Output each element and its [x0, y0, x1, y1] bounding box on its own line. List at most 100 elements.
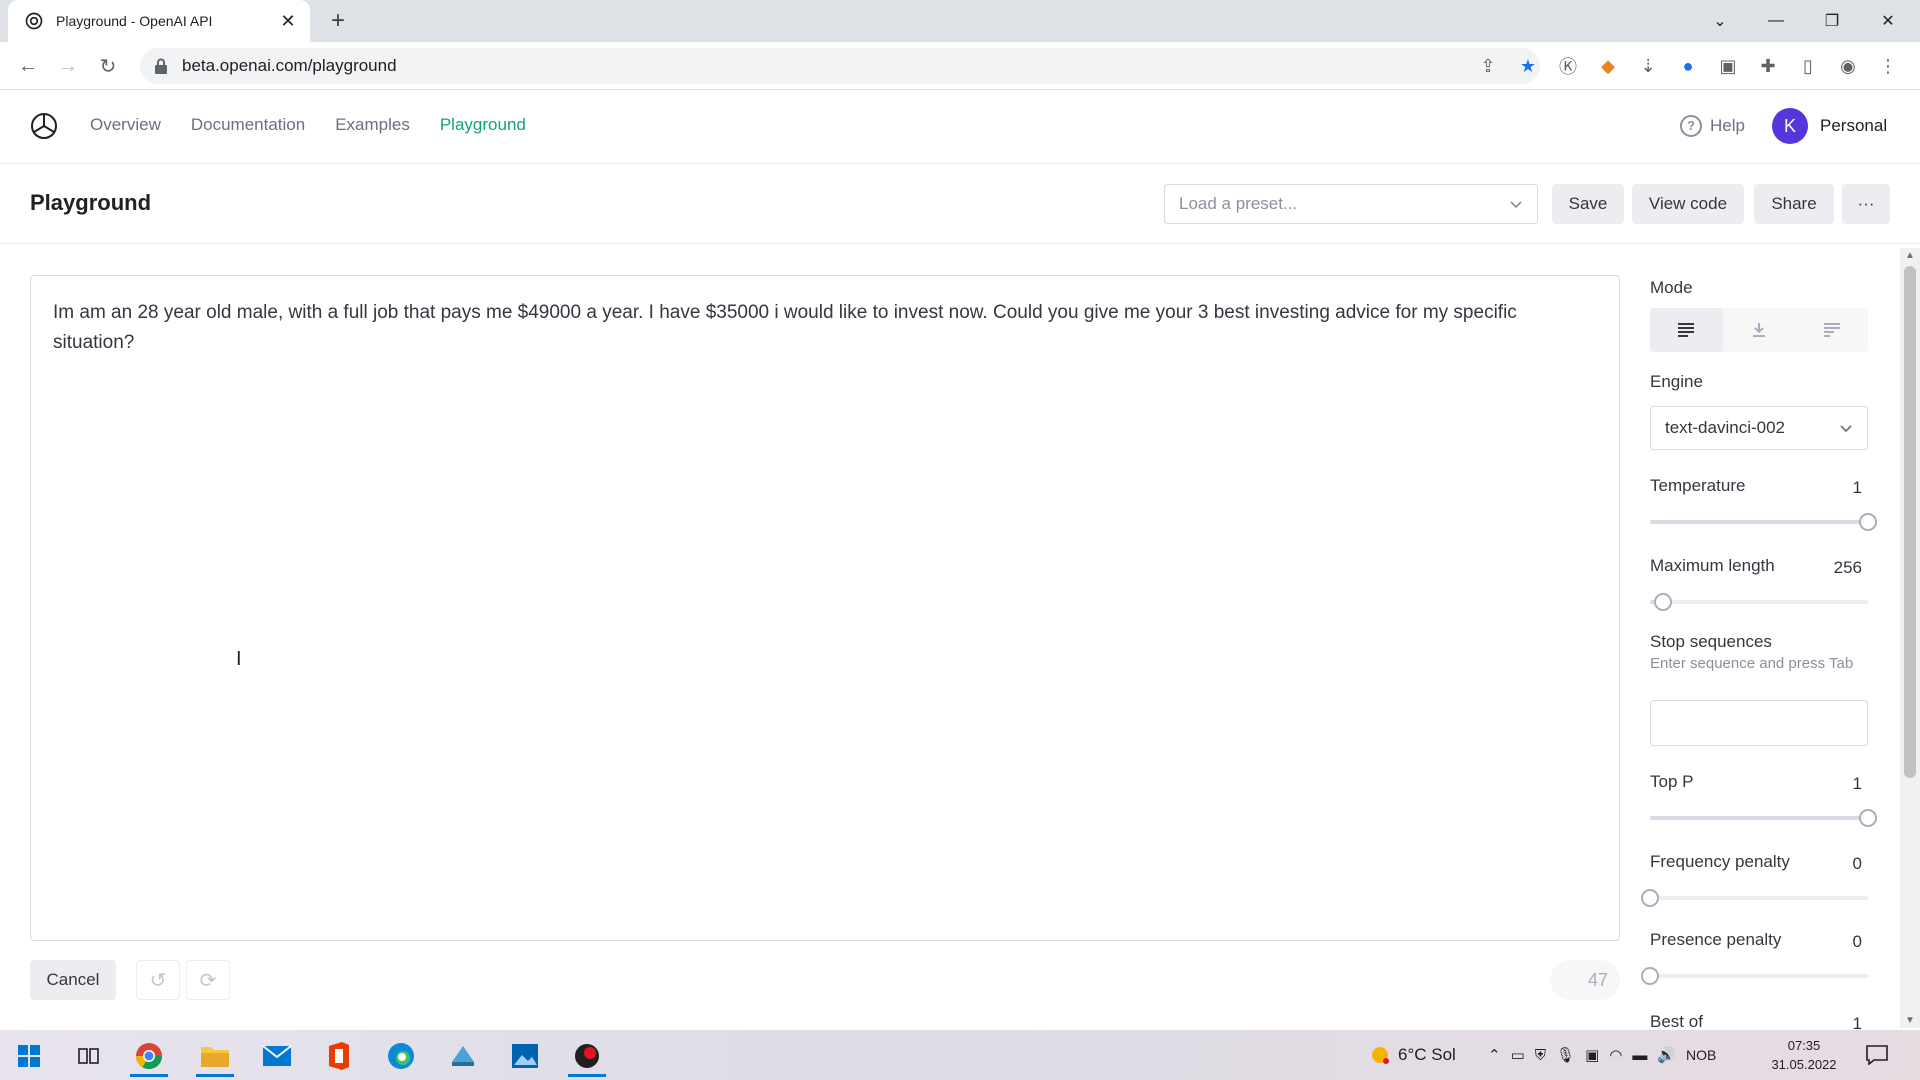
browser-tab[interactable]: Playground - OpenAI API ✕	[8, 0, 310, 42]
stop-sequences-input[interactable]	[1650, 700, 1868, 746]
save-button[interactable]: Save	[1552, 184, 1624, 224]
mode-edit-button[interactable]	[1795, 308, 1868, 352]
clock[interactable]: 07:35 31.05.2022	[1762, 1036, 1846, 1074]
nav-playground[interactable]: Playground	[440, 115, 526, 135]
time-text: 07:35	[1787, 1038, 1821, 1053]
side-panel-icon[interactable]: ▯	[1792, 50, 1824, 82]
extension-play-icon[interactable]: ●	[1672, 50, 1704, 82]
forward-icon[interactable]: →	[52, 50, 84, 82]
scroll-down-icon[interactable]: ▼	[1905, 1015, 1915, 1026]
office-icon[interactable]	[314, 1035, 364, 1077]
extension-k-icon[interactable]: Ⓚ	[1552, 50, 1584, 82]
regenerate-icon[interactable]: ⟳	[186, 960, 230, 1000]
share-button[interactable]: Share	[1754, 184, 1834, 224]
meet-now-icon[interactable]: ▭	[1511, 1046, 1525, 1064]
wifi-icon[interactable]: ◠	[1609, 1046, 1622, 1064]
main-nav: Overview Documentation Examples Playgrou…	[90, 115, 526, 135]
mode-complete-button[interactable]	[1650, 308, 1723, 352]
scroll-up-icon[interactable]: ▲	[1905, 250, 1915, 261]
battery-icon[interactable]: ▬	[1632, 1047, 1647, 1064]
mail-icon[interactable]	[252, 1035, 302, 1077]
scrollbar-thumb[interactable]	[1904, 266, 1916, 778]
openai-logo-icon[interactable]	[28, 110, 60, 142]
preset-select[interactable]: Load a preset...	[1164, 184, 1538, 224]
tab-search-icon[interactable]: ⌄	[1692, 0, 1748, 42]
help-link[interactable]: ? Help	[1680, 115, 1745, 137]
extension-m-icon[interactable]: ▣	[1712, 50, 1744, 82]
bookmark-star-icon[interactable]: ★	[1512, 50, 1544, 82]
frequency-penalty-slider[interactable]	[1641, 889, 1868, 907]
restore-icon[interactable]: ❐	[1804, 0, 1860, 42]
mode-label: Mode	[1650, 278, 1693, 297]
minimize-icon[interactable]: —	[1748, 0, 1804, 42]
reload-icon[interactable]: ↻	[92, 50, 124, 82]
volume-icon[interactable]: 🔊	[1657, 1046, 1676, 1064]
extension-download-icon[interactable]: ⇣	[1632, 50, 1664, 82]
metamask-extension-icon[interactable]: ◆	[1592, 50, 1624, 82]
frequency-penalty-label: Frequency penalty	[1650, 852, 1790, 871]
nav-examples[interactable]: Examples	[335, 115, 410, 135]
top-p-slider[interactable]	[1650, 809, 1877, 827]
system-tray: ⌃ ▭ ⛨ 🎙 ▣ ◠ ▬ 🔊 NOB	[1488, 1030, 1716, 1080]
settings-scrollbar[interactable]: ▲ ▼	[1900, 248, 1920, 1028]
store-app-icon[interactable]	[438, 1035, 488, 1077]
lock-icon	[155, 58, 167, 74]
back-icon[interactable]: ←	[12, 50, 44, 82]
cancel-button[interactable]: Cancel	[30, 960, 116, 1000]
mode-insert-button[interactable]	[1723, 308, 1796, 352]
prompt-editor[interactable]: Im am an 28 year old male, with a full j…	[30, 275, 1620, 941]
date-text: 31.05.2022	[1771, 1057, 1837, 1072]
share-page-icon[interactable]: ⇪	[1472, 50, 1504, 82]
max-length-slider[interactable]	[1650, 593, 1868, 611]
language-indicator[interactable]: NOB	[1686, 1047, 1716, 1063]
tray-expand-icon[interactable]: ⌃	[1488, 1046, 1501, 1064]
engine-value: text-davinci-002	[1665, 418, 1786, 437]
mode-selector	[1650, 308, 1868, 352]
temperature-slider-handle[interactable]	[1859, 513, 1877, 531]
best-of-label: Best of	[1650, 1012, 1703, 1031]
new-tab-button[interactable]: +	[324, 8, 352, 36]
extensions-puzzle-icon[interactable]: ✚	[1752, 50, 1784, 82]
weather-widget[interactable]: 6°C Sol	[1368, 1030, 1456, 1080]
photos-icon[interactable]	[500, 1035, 550, 1077]
prompt-text: Im am an 28 year old male, with a full j…	[53, 302, 1517, 353]
address-bar-row: ← → ↻ beta.openai.com/playground ⇪ ★ Ⓚ ◆…	[0, 42, 1920, 90]
max-length-slider-handle[interactable]	[1654, 593, 1673, 611]
org-switcher[interactable]: K Personal	[1772, 108, 1887, 144]
close-tab-icon[interactable]: ✕	[278, 11, 298, 32]
browser-menu-icon[interactable]: ⋮	[1872, 50, 1904, 82]
recording-app-icon[interactable]	[562, 1035, 612, 1077]
nav-overview[interactable]: Overview	[90, 115, 161, 135]
profile-avatar-icon[interactable]: ◉	[1832, 50, 1864, 82]
security-icon[interactable]: ⛨	[1535, 1047, 1546, 1064]
presence-penalty-slider[interactable]	[1641, 967, 1868, 985]
undo-icon[interactable]: ↺	[136, 960, 180, 1000]
temperature-value: 1	[1852, 478, 1862, 497]
presence-penalty-slider-handle[interactable]	[1641, 967, 1659, 985]
url-bar[interactable]: beta.openai.com/playground	[140, 48, 1540, 84]
chrome-taskbar-icon[interactable]	[124, 1035, 174, 1077]
view-code-button[interactable]: View code	[1632, 184, 1744, 224]
notifications-icon[interactable]	[1866, 1030, 1888, 1080]
frequency-penalty-slider-handle[interactable]	[1641, 889, 1659, 907]
task-view-icon[interactable]	[64, 1035, 114, 1077]
start-button-icon[interactable]	[4, 1035, 54, 1077]
more-options-button[interactable]: ···	[1842, 184, 1890, 224]
engine-select[interactable]: text-davinci-002	[1650, 406, 1868, 450]
help-icon: ?	[1680, 115, 1702, 137]
edge-icon[interactable]	[376, 1035, 426, 1077]
microphone-icon[interactable]: 🎙	[1556, 1046, 1575, 1064]
token-count: 47	[1550, 960, 1620, 1000]
temperature-slider[interactable]	[1650, 513, 1877, 531]
weather-text: 6°C Sol	[1398, 1045, 1456, 1064]
file-explorer-icon[interactable]	[190, 1035, 240, 1077]
browser-tab-strip: Playground - OpenAI API ✕ + ⌄ — ❐ ✕	[0, 0, 1920, 42]
openai-favicon-icon	[25, 12, 43, 30]
presence-penalty-label: Presence penalty	[1650, 930, 1782, 949]
stop-sequences-label: Stop sequences	[1650, 632, 1772, 651]
nav-documentation[interactable]: Documentation	[191, 115, 305, 135]
top-p-slider-handle[interactable]	[1859, 809, 1877, 827]
close-window-icon[interactable]: ✕	[1860, 0, 1916, 42]
display-icon[interactable]: ▣	[1585, 1046, 1599, 1064]
top-p-value: 1	[1852, 774, 1862, 793]
